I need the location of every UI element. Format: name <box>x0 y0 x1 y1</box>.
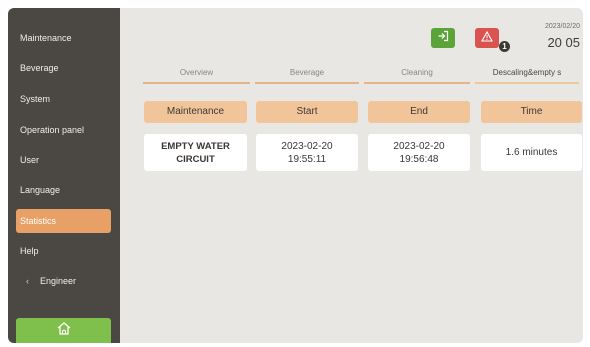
alarm-button[interactable] <box>475 28 499 48</box>
home-icon <box>56 321 72 340</box>
sidebar-item-help[interactable]: Help <box>16 239 111 263</box>
sidebar-item-label: System <box>20 94 51 104</box>
table-cell-start: 2023-02-20 19:55:11 <box>256 134 358 171</box>
sidebar-item-beverage[interactable]: Beverage <box>16 56 111 80</box>
alarm-count-badge: 1 <box>499 41 510 52</box>
table-cell-time: 1.6 minutes <box>481 134 582 171</box>
sidebar-item-user[interactable]: User <box>16 148 111 172</box>
sidebar-item-maintenance[interactable]: Maintenance <box>16 26 111 50</box>
sidebar-item-statistics[interactable]: Statistics <box>16 209 111 233</box>
home-button[interactable] <box>16 318 111 343</box>
table-cell-end: 2023-02-20 19:56:48 <box>368 134 470 171</box>
device-screen: Maintenance Beverage System Operation pa… <box>8 8 583 343</box>
sidebar-item-system[interactable]: System <box>16 87 111 111</box>
sidebar-item-label: Engineer <box>40 276 77 286</box>
sidebar-item-label: Language <box>20 185 61 195</box>
tab-overview[interactable]: Overview <box>143 64 250 84</box>
chevron-left-icon: ‹ <box>26 276 29 286</box>
column-header-end: End <box>368 101 470 123</box>
tab-cleaning[interactable]: Cleaning <box>364 64 470 84</box>
sidebar-item-label: Maintenance <box>20 33 72 43</box>
sidebar-item-label: Help <box>20 246 39 256</box>
exit-button[interactable] <box>431 28 455 48</box>
sidebar-item-engineer[interactable]: ‹ Engineer <box>16 269 111 293</box>
date-display: 2023/02/20 <box>544 23 580 30</box>
sidebar-item-language[interactable]: Language <box>16 178 111 202</box>
time-display: 20 05 <box>547 35 580 50</box>
warning-icon <box>481 29 493 47</box>
sidebar: Maintenance Beverage System Operation pa… <box>8 8 120 343</box>
sidebar-item-label: User <box>20 155 40 165</box>
tab-beverage[interactable]: Beverage <box>255 64 359 84</box>
main-panel: 1 2023/02/20 20 05 Overview Beverage Cle… <box>120 8 583 343</box>
sidebar-item-label: Statistics <box>20 216 57 226</box>
column-header-time: Time <box>481 101 582 123</box>
tab-descaling[interactable]: Descaling&empty s <box>475 64 579 84</box>
table-cell-maintenance: EMPTY WATER CIRCUIT <box>144 134 247 171</box>
column-header-maintenance: Maintenance <box>144 101 247 123</box>
sidebar-item-operation-panel[interactable]: Operation panel <box>16 118 111 142</box>
exit-icon <box>437 29 449 47</box>
sidebar-item-label: Beverage <box>20 63 59 73</box>
sidebar-item-label: Operation panel <box>20 125 85 135</box>
column-header-start: Start <box>256 101 358 123</box>
